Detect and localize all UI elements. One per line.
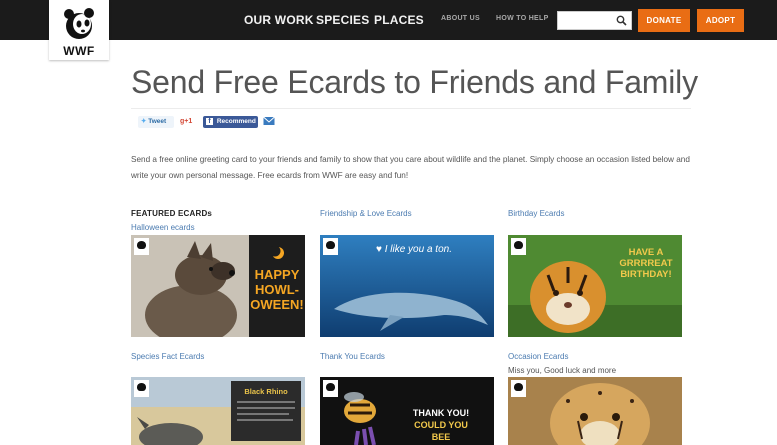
recommend-label: Recommend [216, 118, 256, 125]
birthday-line-2: GRRRREAT [619, 258, 673, 269]
wwf-mini-logo-icon [134, 238, 149, 255]
top-navigation-bar: OUR WORK SPECIES PLACES ABOUT US HOW TO … [0, 0, 777, 40]
birthday-ecards-link[interactable]: Birthday Ecards [508, 209, 564, 218]
occasion-ecard[interactable] [508, 377, 682, 445]
halloween-ecard[interactable]: HAPPY HOWL- OWEEN! [131, 235, 305, 337]
wwf-mini-logo-icon [134, 380, 149, 397]
tweet-label: Tweet [148, 118, 167, 125]
search-input[interactable] [560, 13, 616, 28]
halloween-line-2: HOWL- [254, 282, 300, 297]
thank-you-line-3: BEE [431, 432, 451, 442]
title-divider [131, 108, 691, 109]
nav-our-work[interactable]: OUR WORK [244, 13, 314, 27]
email-share-button[interactable] [263, 116, 277, 128]
mail-icon [263, 116, 275, 125]
species-fact-ecards-link[interactable]: Species Fact Ecards [131, 352, 204, 361]
wwf-mini-logo-icon [511, 380, 526, 397]
wwf-mini-logo-icon [323, 380, 338, 397]
fact-text-line [237, 401, 295, 403]
halloween-ecards-link[interactable]: Halloween ecards [131, 223, 195, 232]
friendship-love-ecards-link[interactable]: Friendship & Love Ecards [320, 209, 412, 218]
wwf-logo[interactable]: WWF [49, 0, 109, 60]
occasion-ecards-link[interactable]: Occasion Ecards [508, 352, 568, 361]
cheetah-image [508, 377, 682, 445]
friendship-ecard[interactable]: ♥ I like you a ton. [320, 235, 494, 337]
thank-you-ecards-link[interactable]: Thank You Ecards [320, 352, 385, 361]
halloween-line-3: OWEEN! [250, 297, 304, 312]
intro-paragraph: Send a free online greeting card to your… [131, 155, 690, 180]
page-title: Send Free Ecards to Friends and Family [131, 64, 698, 100]
nav-how-to-help[interactable]: HOW TO HELP [496, 15, 549, 22]
birthday-card-text: HAVE A GRRRREAT BIRTHDAY! [610, 247, 682, 280]
tweet-button[interactable]: ✦ Tweet [138, 116, 174, 128]
thank-you-line-1: THANK YOU! [412, 408, 470, 418]
crescent-moon-icon [271, 246, 284, 259]
logo-text: WWF [63, 44, 95, 58]
google-plus-button[interactable]: g+1 [180, 116, 196, 128]
fact-text-line [237, 419, 293, 421]
featured-ecards-heading: FEATURED ECARDs [131, 209, 213, 218]
panda-icon [64, 8, 94, 39]
thank-you-card-text: THANK YOU! COULD YOU BEE [396, 407, 486, 443]
nav-places[interactable]: PLACES [374, 13, 424, 27]
webpage: OUR WORK SPECIES PLACES ABOUT US HOW TO … [0, 0, 777, 445]
thank-you-ecard[interactable]: THANK YOU! COULD YOU BEE [320, 377, 494, 445]
occasion-ecards-subtitle: Miss you, Good luck and more [508, 366, 617, 375]
rhino-fact-title: Black Rhino [244, 387, 288, 396]
donate-button[interactable]: DONATE [638, 9, 690, 32]
species-fact-ecard[interactable]: Black Rhino [131, 377, 305, 445]
search-box [557, 11, 632, 30]
birthday-ecard[interactable]: HAVE A GRRRREAT BIRTHDAY! [508, 235, 682, 337]
birthday-line-1: HAVE A [628, 247, 664, 258]
adopt-button[interactable]: ADOPT [697, 9, 744, 32]
birthday-line-3: BIRTHDAY! [620, 269, 672, 280]
nav-species[interactable]: SPECIES [316, 13, 369, 27]
facebook-icon: f [206, 117, 213, 125]
search-icon[interactable] [616, 15, 627, 26]
friendship-card-text: ♥ I like you a ton. [376, 244, 452, 255]
twitter-icon: ✦ [141, 118, 147, 125]
wwf-mini-logo-icon [511, 238, 526, 255]
thank-you-line-2: COULD YOU [414, 420, 468, 430]
fact-text-line [237, 407, 295, 409]
halloween-card-text: HAPPY HOWL- OWEEN! [249, 267, 305, 312]
wwf-mini-logo-icon [323, 238, 338, 255]
halloween-line-1: HAPPY [254, 267, 300, 282]
nav-about-us[interactable]: ABOUT US [441, 15, 480, 22]
fact-text-line [237, 413, 289, 415]
facebook-recommend-button[interactable]: f Recommend [203, 116, 258, 128]
